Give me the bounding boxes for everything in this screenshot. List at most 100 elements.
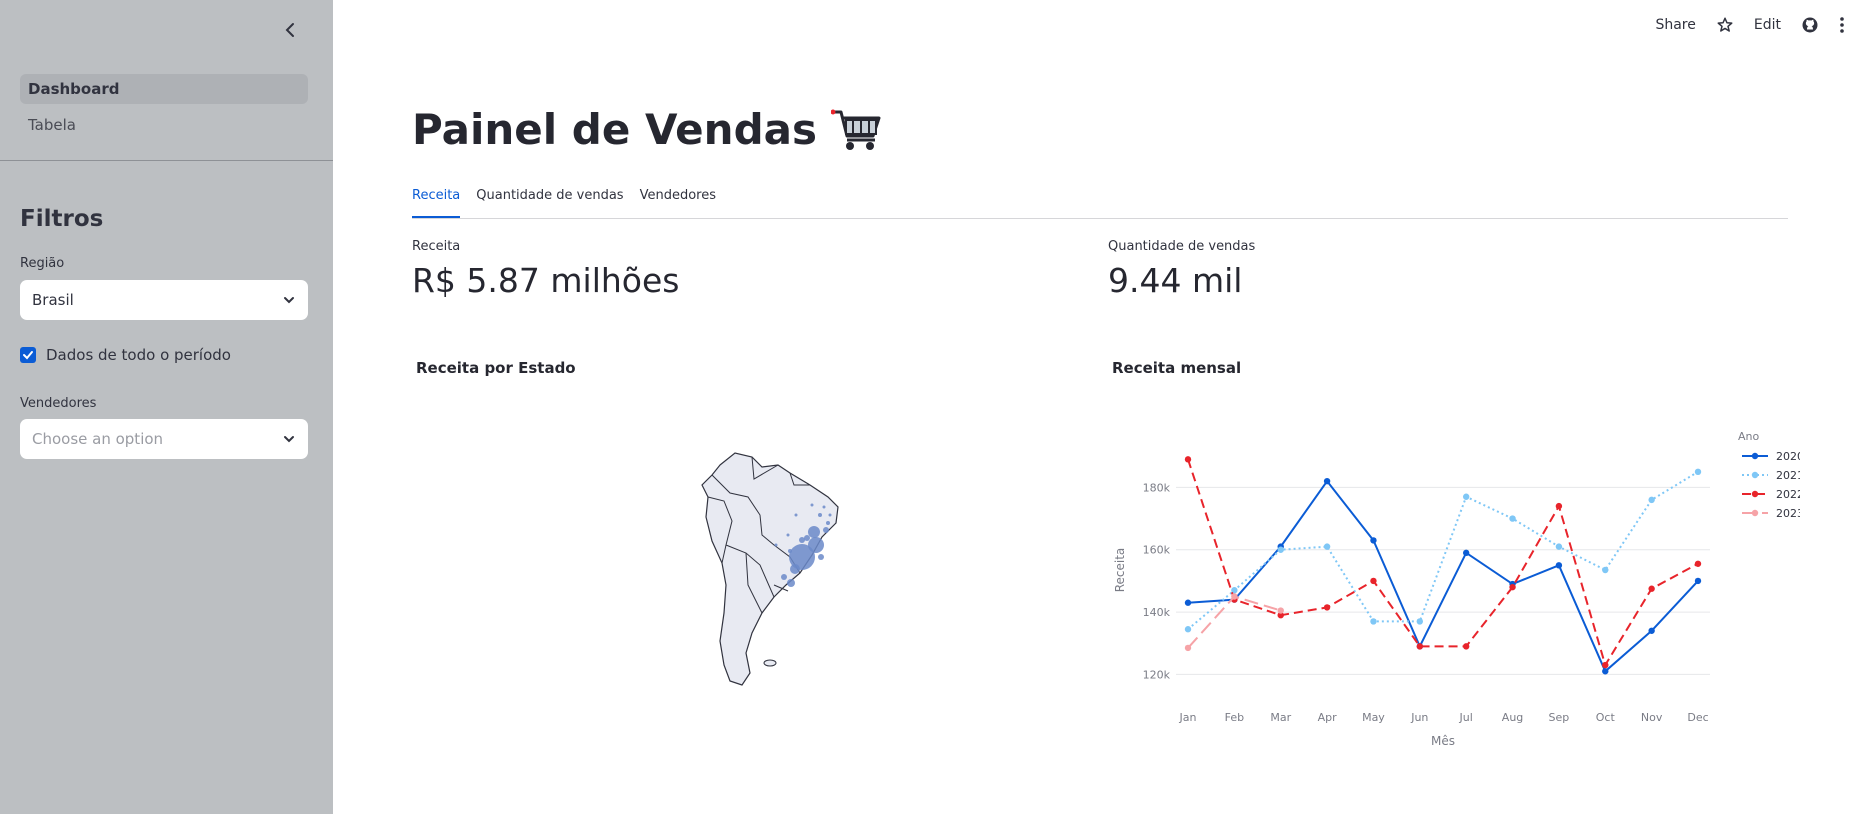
chevron-down-icon xyxy=(284,436,294,443)
data-point-2021 xyxy=(1277,546,1284,553)
all-period-checkbox-row[interactable]: Dados de todo o período xyxy=(20,346,231,364)
series-line-2023 xyxy=(1187,595,1282,649)
x-tick-label: May xyxy=(1362,711,1385,724)
data-point-2021 xyxy=(1323,543,1331,550)
monthly-revenue-chart[interactable]: 120k 140k 160k 180k Jan Feb Mar Apr May Jun Jul Aug… xyxy=(1100,420,1804,750)
x-tick-label: Mar xyxy=(1270,711,1291,724)
y-tick-label: 160k xyxy=(1143,544,1171,557)
legend-marker-2020 xyxy=(1751,452,1759,460)
data-point-2022 xyxy=(1555,502,1563,510)
filters-title: Filtros xyxy=(20,206,104,232)
y-tick-label: 140k xyxy=(1143,606,1171,619)
data-point-2020 xyxy=(1694,577,1702,585)
page-title: Painel de Vendas xyxy=(412,105,883,154)
legend-marker-2022 xyxy=(1751,490,1759,498)
x-tick-label: Nov xyxy=(1641,711,1663,724)
data-point-2021 xyxy=(1694,468,1702,476)
data-point-2022 xyxy=(1370,577,1377,585)
region-select-value: Brasil xyxy=(32,291,74,309)
sellers-select[interactable]: Choose an option xyxy=(20,419,308,459)
star-icon xyxy=(1717,17,1733,32)
map-title: Receita por Estado xyxy=(416,359,576,377)
more-options-button[interactable] xyxy=(1839,16,1845,34)
x-tick-label: Dec xyxy=(1687,711,1708,724)
data-point-2020 xyxy=(1462,549,1470,557)
data-point-2021 xyxy=(1648,496,1655,504)
star-button[interactable] xyxy=(1716,16,1734,34)
tab-quantidade-de-vendas[interactable]: Quantidade de vendas xyxy=(476,186,623,218)
data-point-2020 xyxy=(1323,477,1331,485)
sellers-label: Vendedores xyxy=(20,396,97,411)
data-point-2023 xyxy=(1184,644,1192,652)
x-tick-label: Oct xyxy=(1596,711,1616,724)
legend-item-label: 2022 xyxy=(1776,488,1800,501)
x-axis-label: Mês xyxy=(1431,734,1455,748)
data-point-2022 xyxy=(1602,661,1609,669)
data-point-2023 xyxy=(1277,607,1284,614)
data-point-2020 xyxy=(1555,562,1563,569)
data-point-2021 xyxy=(1370,618,1377,625)
data-point-2020 xyxy=(1602,668,1609,675)
data-point-2020 xyxy=(1184,599,1192,606)
data-point-2022 xyxy=(1648,585,1655,592)
page-title-text: Painel de Vendas xyxy=(412,105,817,154)
data-point-2023 xyxy=(1231,593,1238,600)
legend-item-label: 2021 xyxy=(1776,469,1800,482)
shopping-cart-icon xyxy=(830,109,881,150)
region-select[interactable]: Brasil xyxy=(20,280,308,320)
share-button[interactable]: Share xyxy=(1655,17,1695,33)
revenue-map[interactable] xyxy=(690,445,860,695)
edit-button[interactable]: Edit xyxy=(1754,17,1781,33)
sidebar-item-dashboard[interactable]: Dashboard xyxy=(20,74,308,104)
revenue-metric-label: Receita xyxy=(412,239,461,254)
data-point-2022 xyxy=(1416,643,1424,650)
collapse-sidebar-button[interactable] xyxy=(280,20,300,40)
github-icon xyxy=(1802,17,1818,33)
chart-title: Receita mensal xyxy=(1112,359,1242,377)
header-toolbar: Share Edit xyxy=(1655,16,1845,34)
github-button[interactable] xyxy=(1801,16,1819,34)
x-tick-label: Jan xyxy=(1179,711,1197,724)
x-tick-label: Jul xyxy=(1459,711,1473,724)
tab-receita[interactable]: Receita xyxy=(412,186,461,218)
y-tick-label: 180k xyxy=(1143,481,1171,494)
sidebar-divider xyxy=(0,160,333,161)
sidebar-nav: Dashboard Tabela xyxy=(20,74,308,146)
y-tick-label: 120k xyxy=(1143,668,1171,681)
tab-vendedores[interactable]: Vendedores xyxy=(640,186,716,218)
data-point-2020 xyxy=(1648,627,1655,634)
data-point-2021 xyxy=(1555,543,1563,550)
sidebar-item-tabela[interactable]: Tabela xyxy=(20,110,308,140)
data-point-2022 xyxy=(1694,560,1702,567)
legend-item-label: 2020 xyxy=(1776,450,1800,463)
region-label: Região xyxy=(20,256,65,271)
chevron-left-icon xyxy=(285,23,294,37)
data-point-2021 xyxy=(1462,493,1470,500)
quantity-metric-label: Quantidade de vendas xyxy=(1108,239,1256,254)
more-vertical-icon xyxy=(1840,17,1844,33)
all-period-label: Dados de todo o período xyxy=(46,346,231,364)
data-point-2021 xyxy=(1184,626,1192,633)
all-period-checkbox[interactable] xyxy=(20,347,36,363)
data-point-2021 xyxy=(1602,566,1609,574)
sellers-select-placeholder: Choose an option xyxy=(32,430,164,448)
quantity-metric-value: 9.44 mil xyxy=(1108,261,1243,300)
data-point-2021 xyxy=(1416,618,1424,625)
data-point-2022 xyxy=(1323,604,1331,611)
series-line-2022 xyxy=(1187,459,1699,668)
x-tick-label: Apr xyxy=(1318,711,1338,724)
y-axis-label: Receita xyxy=(1113,548,1127,593)
revenue-metric-value: R$ 5.87 milhões xyxy=(412,261,680,300)
data-point-2022 xyxy=(1184,456,1192,463)
x-tick-label: Aug xyxy=(1502,711,1523,724)
x-tick-label: Sep xyxy=(1549,711,1570,724)
chevron-down-icon xyxy=(284,297,294,304)
south-america-map xyxy=(701,452,839,686)
legend-marker-2021 xyxy=(1751,471,1759,479)
legend-title: Ano xyxy=(1738,430,1759,443)
tab-bar: Receita Quantidade de vendas Vendedores xyxy=(412,186,1788,219)
x-tick-label: Jun xyxy=(1410,711,1428,724)
data-point-2022 xyxy=(1509,583,1516,591)
series-line-2020 xyxy=(1187,479,1699,673)
legend-marker-2023 xyxy=(1751,509,1759,517)
